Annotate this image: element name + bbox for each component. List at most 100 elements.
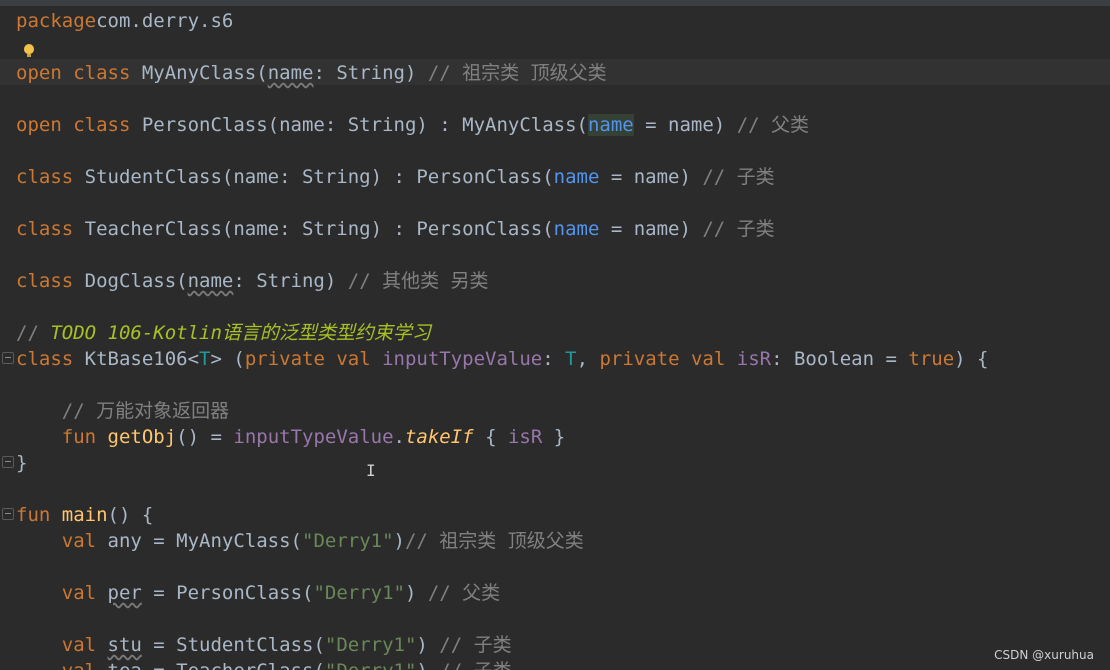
code-token: { xyxy=(473,426,508,448)
watermark: CSDN @xuruhua xyxy=(994,648,1094,662)
code-token: // 父类 xyxy=(736,114,810,136)
code-token: : String) xyxy=(233,270,348,292)
code-token: // 祖宗类 顶级父类 xyxy=(427,62,607,84)
code-token: "Derry1" xyxy=(324,634,417,656)
code-token: // 子类 xyxy=(439,634,512,656)
code-token: "Derry1" xyxy=(313,582,405,604)
code-token: inputTypeValue xyxy=(382,348,543,370)
code-token: = name) xyxy=(633,114,737,136)
code-line[interactable]: packagecom.derry.s6 xyxy=(16,8,233,34)
code-line[interactable]: class KtBase106<T> (private val inputTyp… xyxy=(16,346,988,372)
code-token: // 其他类 另类 xyxy=(347,270,489,292)
code-token: private val xyxy=(599,348,737,370)
code-token: open class xyxy=(16,114,142,136)
code-token: TeacherClass(name: String) : PersonClass… xyxy=(84,218,554,240)
code-token: = name) xyxy=(599,218,703,240)
code-token: , xyxy=(576,348,600,370)
code-token: val xyxy=(61,634,108,656)
code-token: inputTypeValue xyxy=(233,426,394,448)
code-token: com.derry.s6 xyxy=(96,10,234,32)
code-line[interactable]: val any = MyAnyClass("Derry1")// 祖宗类 顶级父… xyxy=(16,528,584,554)
code-token: name xyxy=(587,114,634,136)
code-token: // 万能对象返回器 xyxy=(61,400,230,422)
code-token: class xyxy=(16,218,85,240)
code-token: ) xyxy=(416,660,439,670)
code-token: open class xyxy=(16,62,142,84)
code-token: class xyxy=(16,166,85,188)
code-token: // 子类 xyxy=(439,660,511,670)
lightbulb-icon[interactable] xyxy=(24,44,34,57)
code-token: tea xyxy=(108,660,142,670)
code-editor[interactable]: packagecom.derry.s6 open class MyAnyClass… xyxy=(0,0,1110,670)
code-token: private val xyxy=(244,348,383,370)
code-token: = PersonClass( xyxy=(141,582,314,604)
code-token: val xyxy=(61,582,108,604)
code-token: = name) xyxy=(599,166,703,188)
code-line[interactable]: } xyxy=(16,450,27,476)
code-token: > ( xyxy=(210,348,245,370)
code-token: name xyxy=(187,270,234,292)
code-line[interactable]: open class MyAnyClass(name: String) // 祖… xyxy=(16,60,607,86)
code-token: // 子类 xyxy=(702,166,775,188)
code-token: ) xyxy=(404,582,428,604)
code-token: package xyxy=(16,10,97,32)
code-token: MyAnyClass( xyxy=(141,62,268,84)
code-line[interactable]: fun main() { xyxy=(16,502,153,528)
code-token: fun xyxy=(61,426,108,448)
code-token: ) { xyxy=(954,348,989,370)
code-token: . xyxy=(393,426,405,448)
code-token: : Boolean = xyxy=(771,348,909,370)
code-line[interactable]: class DogClass(name: String) // 其他类 另类 xyxy=(16,268,489,294)
code-line[interactable]: val tea = TeacherClass("Derry1") // 子类 xyxy=(16,658,512,670)
code-token: true xyxy=(908,348,955,370)
code-token: name xyxy=(553,218,600,240)
code-token: T xyxy=(199,348,211,370)
code-token: StudentClass(name: String) : PersonClass… xyxy=(84,166,554,188)
code-token: PersonClass(name: String) : MyAnyClass( xyxy=(141,114,588,136)
fold-marker-icon[interactable] xyxy=(2,352,14,364)
code-line[interactable]: class TeacherClass(name: String) : Perso… xyxy=(16,216,775,242)
code-token: isR xyxy=(507,426,543,448)
fold-marker-icon[interactable] xyxy=(2,456,14,468)
code-token: class xyxy=(16,348,85,370)
code-token: // xyxy=(16,322,51,344)
code-token: main xyxy=(61,504,108,526)
code-line[interactable]: open class PersonClass(name: String) : M… xyxy=(16,112,809,138)
code-token: getObj xyxy=(107,426,177,448)
code-token: fun xyxy=(16,504,62,526)
code-token: DogClass( xyxy=(84,270,188,292)
code-token: : xyxy=(542,348,566,370)
code-line[interactable]: val stu = StudentClass("Derry1") // 子类 xyxy=(16,632,512,658)
code-token: () { xyxy=(107,504,154,526)
code-token: // 祖宗类 顶级父类 xyxy=(404,530,584,552)
code-line[interactable]: // 万能对象返回器 xyxy=(16,398,229,424)
code-line[interactable]: fun getObj() = inputTypeValue.takeIf { i… xyxy=(16,424,565,450)
code-line[interactable]: val per = PersonClass("Derry1") // 父类 xyxy=(16,580,500,606)
code-token: } xyxy=(542,426,566,448)
text-cursor-icon: I xyxy=(366,461,376,480)
code-token: isR xyxy=(736,348,772,370)
code-token: TODO 106-Kotlin语言的泛型类型约束学习 xyxy=(50,322,431,344)
code-token: takeIf xyxy=(404,426,474,448)
code-token: // 子类 xyxy=(702,218,775,240)
fold-marker-icon[interactable] xyxy=(2,508,14,520)
code-token: class xyxy=(16,270,85,292)
code-token: "Derry1" xyxy=(325,660,417,670)
editor-top-border xyxy=(0,0,1110,6)
code-token: name xyxy=(267,62,314,84)
code-line[interactable]: class StudentClass(name: String) : Perso… xyxy=(16,164,775,190)
code-token: () = xyxy=(176,426,234,448)
code-token: = StudentClass( xyxy=(141,634,325,656)
code-token: any = MyAnyClass( xyxy=(107,530,302,552)
code-token: // 父类 xyxy=(427,582,501,604)
code-token: per xyxy=(107,582,142,604)
code-line[interactable]: // TODO 106-Kotlin语言的泛型类型约束学习 xyxy=(16,320,431,346)
code-token: "Derry1" xyxy=(302,530,394,552)
code-token: : String) xyxy=(313,62,428,84)
